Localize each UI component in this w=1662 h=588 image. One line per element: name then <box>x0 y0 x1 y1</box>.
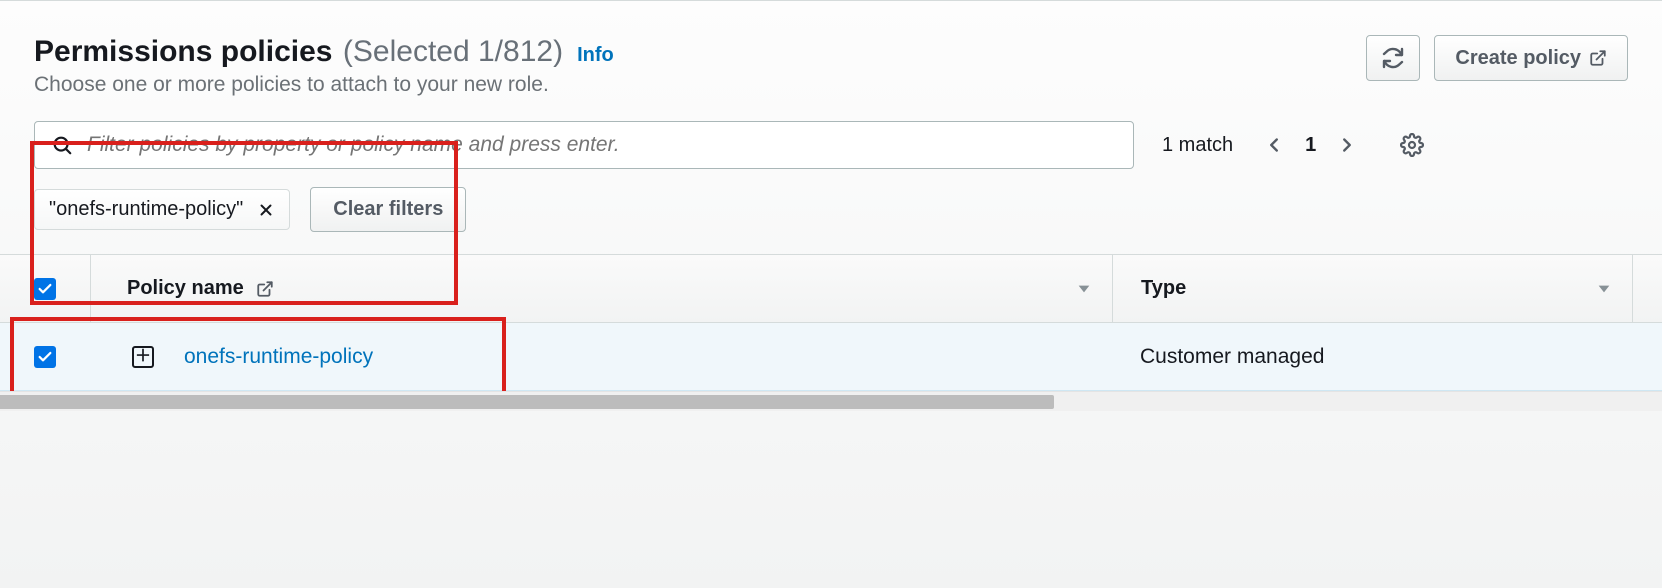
settings-button[interactable] <box>1400 133 1424 157</box>
expand-row-button[interactable]: ＋ <box>132 346 154 368</box>
gear-icon <box>1400 133 1424 157</box>
select-all-checkbox[interactable] <box>34 278 56 300</box>
remove-filter-button[interactable] <box>257 201 275 219</box>
create-policy-button[interactable]: Create policy <box>1434 35 1628 81</box>
table-header: Policy name Type <box>0 255 1662 323</box>
page-number: 1 <box>1305 134 1316 157</box>
refresh-button[interactable] <box>1366 35 1420 81</box>
policy-name-link[interactable]: onefs-runtime-policy <box>184 345 373 369</box>
create-policy-label: Create policy <box>1455 47 1581 70</box>
filter-chip[interactable]: "onefs-runtime-policy" <box>34 189 290 230</box>
info-link[interactable]: Info <box>577 44 614 67</box>
selection-count: (Selected 1/812) <box>343 35 563 68</box>
chevron-right-icon <box>1336 134 1358 156</box>
filter-chip-text: "onefs-runtime-policy" <box>49 198 243 221</box>
plus-icon: ＋ <box>135 349 151 365</box>
sort-icon[interactable] <box>1596 281 1612 297</box>
page-subtitle: Choose one or more policies to attach to… <box>34 73 614 97</box>
prev-page-button[interactable] <box>1263 134 1285 156</box>
column-header-type[interactable]: Type <box>1141 277 1186 300</box>
policy-type-value: Customer managed <box>1140 345 1324 369</box>
refresh-icon <box>1381 46 1405 70</box>
next-page-button[interactable] <box>1336 134 1358 156</box>
page-title: Permissions policies <box>34 35 332 68</box>
check-icon <box>37 281 53 297</box>
external-link-icon <box>1589 49 1607 67</box>
match-count: 1 match <box>1162 134 1233 157</box>
column-header-policy-name[interactable]: Policy name <box>127 277 244 300</box>
sort-icon[interactable] <box>1076 281 1092 297</box>
check-icon <box>37 349 53 365</box>
clear-filters-button[interactable]: Clear filters <box>310 187 466 232</box>
search-input-container[interactable] <box>34 121 1134 169</box>
scrollbar-thumb[interactable] <box>0 395 1054 409</box>
table-row[interactable]: ＋ onefs-runtime-policy Customer managed <box>0 323 1662 391</box>
search-input[interactable] <box>85 132 1117 158</box>
row-checkbox[interactable] <box>34 346 56 368</box>
close-icon <box>257 201 275 219</box>
horizontal-scrollbar[interactable] <box>0 391 1662 411</box>
chevron-left-icon <box>1263 134 1285 156</box>
external-link-icon <box>256 280 274 298</box>
search-icon <box>51 134 73 156</box>
clear-filters-label: Clear filters <box>333 198 443 221</box>
